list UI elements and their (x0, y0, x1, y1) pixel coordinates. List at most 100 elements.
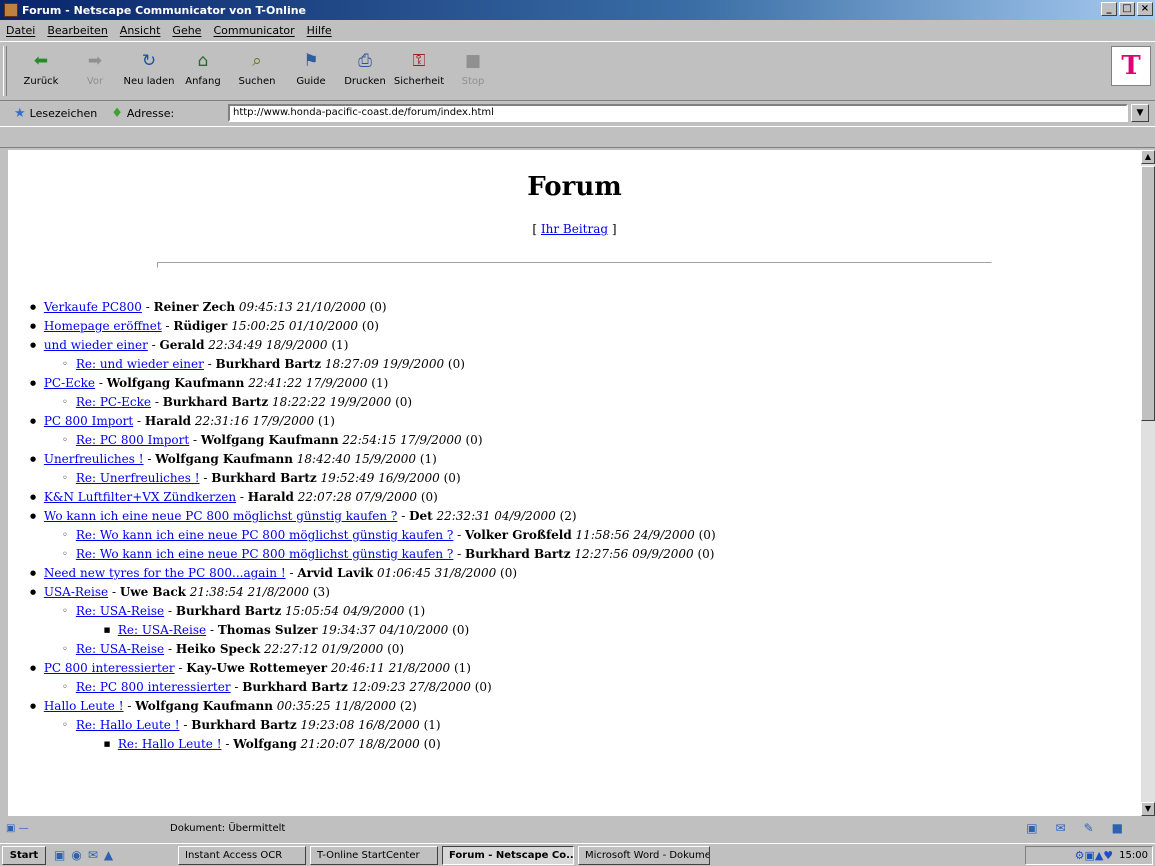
thread-subject-link[interactable]: Re: USA-Reise (76, 640, 164, 659)
thread-timestamp: 22:41:22 17/9/2000 (248, 376, 368, 390)
toolbar-button-back-arrow[interactable]: ⬅ Zurück (14, 46, 68, 96)
toolbar-button-stop[interactable]: ■ Stop (446, 46, 500, 96)
stop-icon: ■ (464, 51, 482, 71)
thread-subject-link[interactable]: Re: Wo kann ich eine neue PC 800 möglich… (76, 545, 454, 564)
thread-subject-link[interactable]: Homepage eröffnet (44, 317, 162, 336)
toolbar-button-lock[interactable]: ⚿ Sicherheit (392, 46, 446, 96)
bookmarks-icon[interactable]: ★ (14, 106, 26, 121)
quicklaunch-ie-icon[interactable]: ◉ (71, 848, 81, 862)
thread-timestamp: 15:00:25 01/10/2000 (231, 319, 359, 333)
menu-bearbeiten[interactable]: Bearbeiten (47, 24, 107, 37)
toolbar-button-reload[interactable]: ↻ Neu laden (122, 46, 176, 96)
thread-item: ● Unerfreuliches ! - Wolfgang Kaufmann 1… (26, 450, 1141, 469)
t-online-logo[interactable]: T (1111, 46, 1151, 86)
quicklaunch-outlook-icon[interactable]: ✉ (88, 848, 98, 862)
menu-communicator[interactable]: Communicator (213, 24, 294, 37)
scroll-down-button[interactable]: ▼ (1141, 802, 1155, 816)
menu-hilfe[interactable]: Hilfe (307, 24, 332, 37)
toolbar-button-search[interactable]: ⌕ Suchen (230, 46, 284, 96)
address-dropdown-button[interactable]: ▼ (1131, 104, 1149, 122)
window-title: Forum - Netscape Communicator von T-Onli… (22, 3, 307, 17)
toolbar-button-home[interactable]: ⌂ Anfang (176, 46, 230, 96)
thread-subject-link[interactable]: Unerfreuliches ! (44, 450, 144, 469)
thread-timestamp: 22:54:15 17/9/2000 (342, 433, 462, 447)
close-button[interactable]: × (1137, 2, 1153, 16)
thread-subject-link[interactable]: Wo kann ich eine neue PC 800 möglichst g… (44, 507, 398, 526)
start-button[interactable]: Start (2, 845, 46, 865)
toolbar-button-guide[interactable]: ⚑ Guide (284, 46, 338, 96)
lock-icon: ⚿ (412, 51, 426, 71)
toolbar-button-forward-arrow[interactable]: ➡ Vor (68, 46, 122, 96)
thread-subject-link[interactable]: PC 800 interessierter (44, 659, 175, 678)
security-status-icon[interactable]: ▣ — (0, 823, 50, 834)
vertical-scrollbar[interactable]: ▲ ▼ (1141, 150, 1155, 816)
thread-subject-link[interactable]: Re: Hallo Leute ! (76, 716, 180, 735)
reply-count: (0) (369, 300, 387, 314)
task-forum-netscape[interactable]: Forum - Netscape Co... (442, 845, 574, 865)
bullet-icon: ■ (103, 626, 111, 634)
thread-subject-link[interactable]: PC-Ecke (44, 374, 95, 393)
new-post-link[interactable]: Ihr Beitrag (541, 222, 608, 236)
thread-timestamp: 11:58:56 24/9/2000 (575, 528, 695, 542)
tray-icons[interactable]: ⚙▣▲♥ (1075, 849, 1114, 862)
thread-subject-link[interactable]: USA-Reise (44, 583, 108, 602)
thread-subject-link[interactable]: Hallo Leute ! (44, 697, 124, 716)
bullet-icon: ● (29, 322, 37, 330)
thread-subject-link[interactable]: Need new tyres for the PC 800...again ! (44, 564, 286, 583)
toolbar-button-print[interactable]: ⎙ Drucken (338, 46, 392, 96)
address-input[interactable]: http://www.honda-pacific-coast.de/forum/… (228, 104, 1128, 122)
task-ocr[interactable]: Instant Access OCR (178, 845, 306, 865)
status-bar: ▣ — Dokument: Übermittelt ▣✉✎■ (0, 818, 1155, 838)
location-bar: ★ Lesezeichen ♦ Adresse: http://www.hond… (0, 101, 1155, 125)
toolbar-grip[interactable] (3, 46, 7, 96)
component-bar-icons[interactable]: ▣✉✎■ (1026, 821, 1141, 835)
thread-subject-link[interactable]: Re: Unerfreuliches ! (76, 469, 200, 488)
bullet-icon: ◦ (62, 530, 68, 541)
minimize-button[interactable]: _ (1101, 2, 1117, 16)
thread-timestamp: 19:34:37 04/10/2000 (321, 623, 449, 637)
menu-gehe[interactable]: Gehe (172, 24, 201, 37)
bracket-close: ] (608, 222, 617, 236)
thread-timestamp: 21:20:07 18/8/2000 (300, 737, 420, 751)
thread-author: Heiko Speck (175, 642, 261, 656)
thread-subject-link[interactable]: PC 800 Import (44, 412, 133, 431)
thread-item: ◦ Re: PC 800 interessierter - Burkhard B… (26, 678, 1141, 697)
reply-count: (1) (317, 414, 335, 428)
thread-subject-link[interactable]: Re: USA-Reise (76, 602, 164, 621)
thread-item: ■ Re: Hallo Leute ! - Wolfgang 21:20:07 … (26, 735, 1141, 754)
bullet-icon: ● (29, 569, 37, 577)
menu-datei[interactable]: Datei (6, 24, 35, 37)
bullet-icon: ◦ (62, 549, 68, 560)
thread-subject-link[interactable]: Re: PC 800 Import (76, 431, 189, 450)
window-title-bar[interactable]: Forum - Netscape Communicator von T-Onli… (0, 0, 1155, 20)
thread-item: ● Homepage eröffnet - Rüdiger 15:00:25 0… (26, 317, 1141, 336)
reply-count: (1) (371, 376, 389, 390)
bookmarks-label[interactable]: Lesezeichen (30, 107, 98, 120)
thread-subject-link[interactable]: Re: USA-Reise (118, 621, 206, 640)
thread-item: ● K&N Luftfilter+VX Zündkerzen - Harald … (26, 488, 1141, 507)
thread-subject-link[interactable]: Re: Wo kann ich eine neue PC 800 möglich… (76, 526, 454, 545)
reply-count: (0) (465, 433, 483, 447)
thread-subject-link[interactable]: Verkaufe PC800 (44, 298, 142, 317)
thread-author: Gerald (159, 338, 205, 352)
page-proxy-icon[interactable]: ♦ (111, 106, 123, 121)
thread-subject-link[interactable]: Re: PC-Ecke (76, 393, 151, 412)
thread-author: Thomas Sulzer (217, 623, 318, 637)
thread-subject-link[interactable]: Re: und wieder einer (76, 355, 204, 374)
thread-subject-link[interactable]: K&N Luftfilter+VX Zündkerzen (44, 488, 236, 507)
maximize-button[interactable]: □ (1119, 2, 1135, 16)
task-tonline[interactable]: T-Online StartCenter (310, 845, 438, 865)
menu-ansicht[interactable]: Ansicht (120, 24, 161, 37)
thread-author: Arvid Lavik (297, 566, 374, 580)
scroll-thumb[interactable] (1141, 166, 1155, 421)
thread-subject-link[interactable]: Re: PC 800 interessierter (76, 678, 231, 697)
task-word[interactable]: Microsoft Word - Dokument1 (578, 845, 710, 865)
thread-author: Det (409, 509, 433, 523)
thread-subject-link[interactable]: und wieder einer (44, 336, 148, 355)
thread-subject-link[interactable]: Re: Hallo Leute ! (118, 735, 222, 754)
quicklaunch-channel-icon[interactable]: ▲ (104, 848, 113, 862)
thread-author: Burkhard Bartz (175, 604, 282, 618)
guide-icon: ⚑ (303, 51, 319, 71)
quicklaunch-desktop-icon[interactable]: ▣ (54, 848, 65, 862)
scroll-up-button[interactable]: ▲ (1141, 150, 1155, 164)
